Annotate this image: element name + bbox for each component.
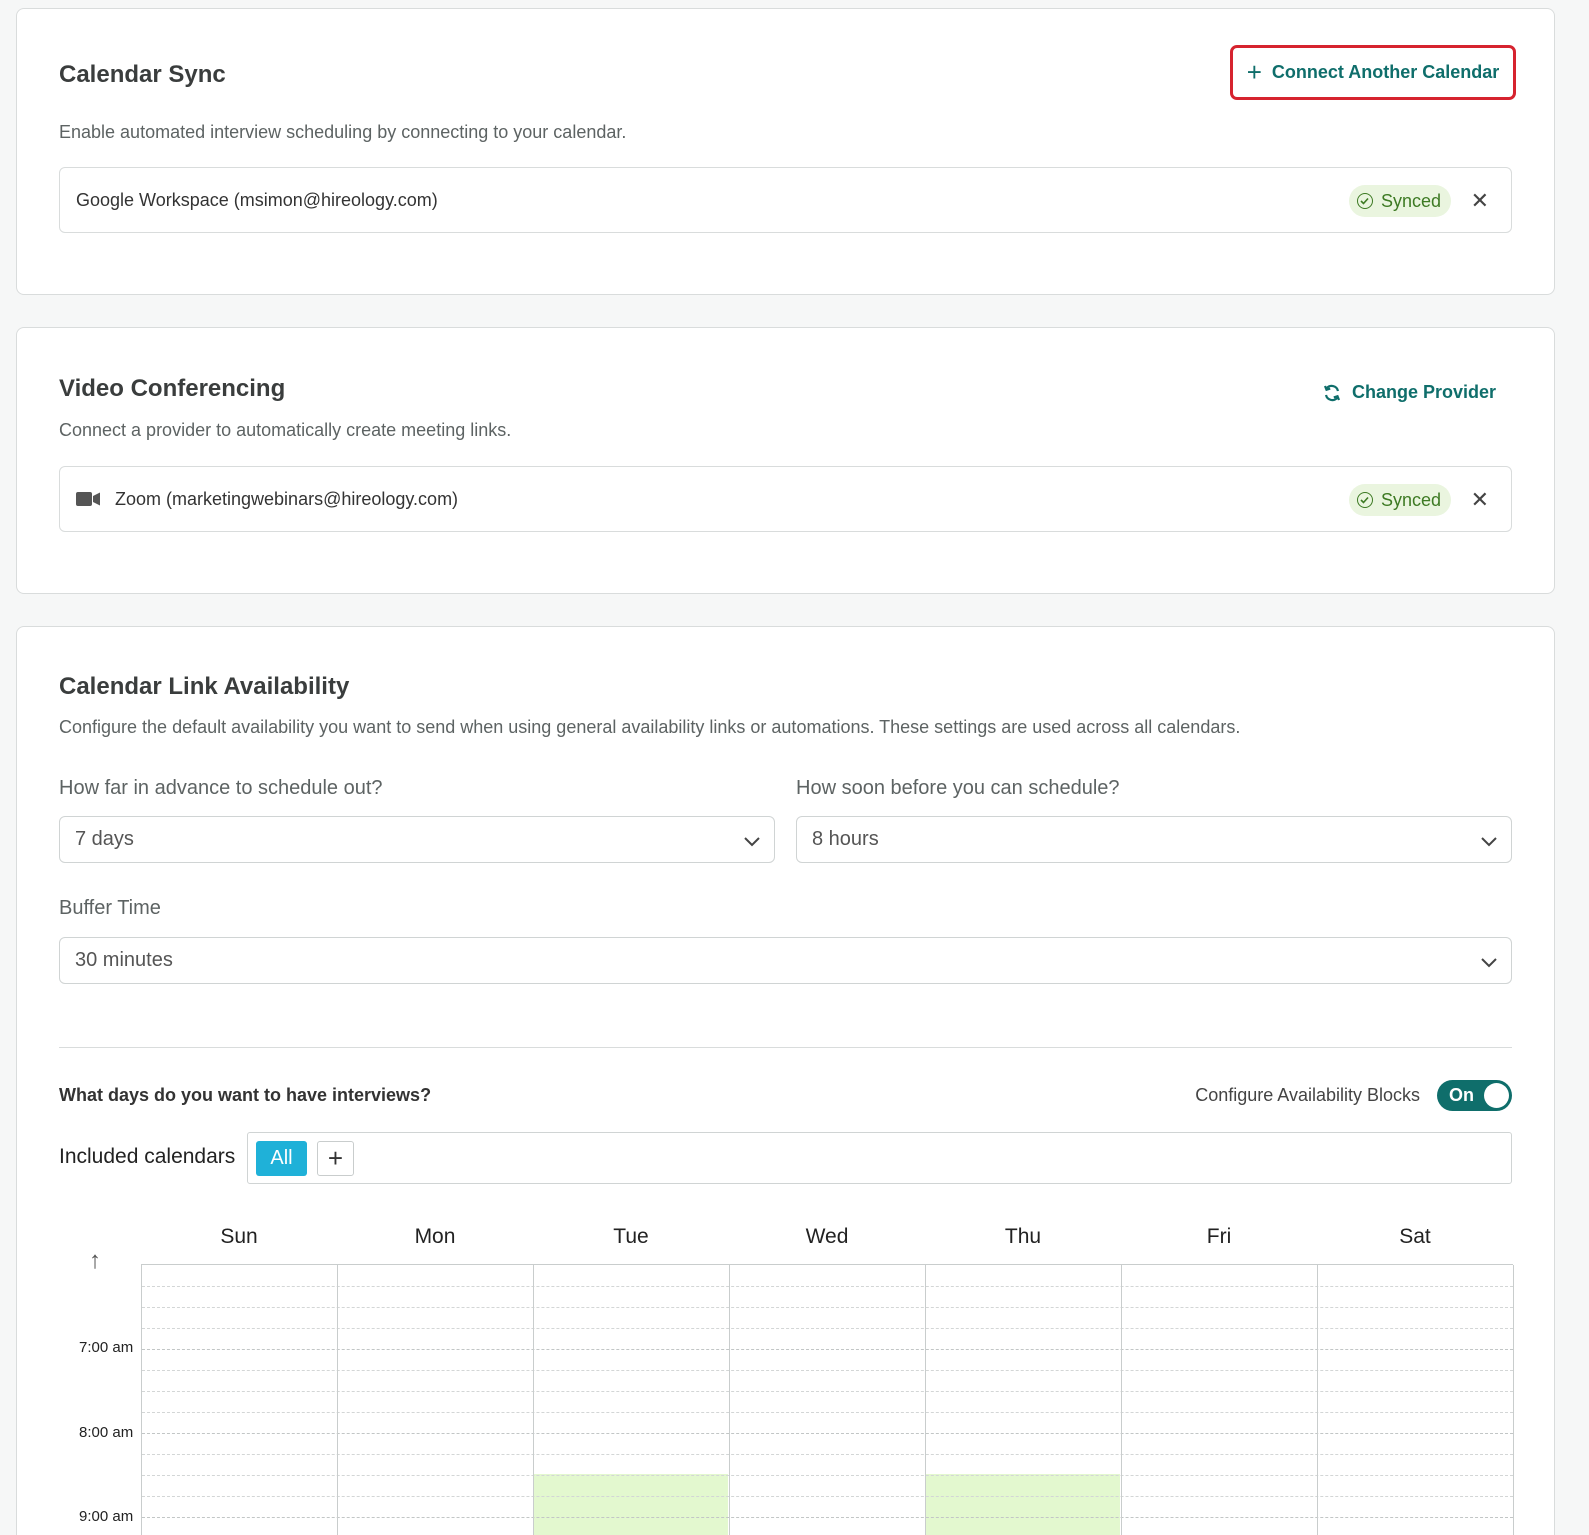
column-divider	[1317, 1265, 1318, 1535]
advance-select[interactable]: 7 days	[59, 816, 775, 863]
time-label-9am: 9:00 am	[79, 1508, 134, 1525]
plus-icon: +	[1246, 56, 1262, 87]
availability-card: Calendar Link Availability Configure the…	[16, 626, 1555, 1535]
availability-block-thu[interactable]	[925, 1474, 1120, 1535]
notice-value: 8 hours	[812, 828, 879, 850]
chevron-down-icon	[744, 837, 760, 847]
grid-line	[142, 1370, 1513, 1371]
day-header-mon: Mon	[414, 1225, 456, 1248]
toggle-state: On	[1449, 1085, 1474, 1105]
advance-label: How far in advance to schedule out?	[59, 777, 383, 799]
day-header-wed: Wed	[805, 1225, 849, 1248]
column-divider	[925, 1265, 926, 1535]
synced-label: Synced	[1380, 489, 1441, 510]
grid-line	[142, 1307, 1513, 1308]
chevron-down-icon	[1481, 958, 1497, 968]
notice-select[interactable]: 8 hours	[796, 816, 1512, 863]
connect-another-calendar-label: Connect Another Calendar	[1271, 62, 1500, 82]
refresh-icon	[1323, 384, 1340, 401]
interview-days-question: What days do you want to have interviews…	[59, 1085, 432, 1105]
calendar-sync-title: Calendar Sync	[59, 61, 226, 88]
day-header-thu: Thu	[1004, 1225, 1042, 1248]
synced-label: Synced	[1380, 190, 1441, 211]
close-icon[interactable]: ✕	[1471, 186, 1489, 216]
column-divider	[1121, 1265, 1122, 1535]
time-label-8am: 8:00 am	[79, 1424, 134, 1441]
video-conferencing-card: Video Conferencing Change Provider Conne…	[16, 327, 1555, 594]
calendar-sync-card: Calendar Sync + Connect Another Calendar…	[16, 8, 1555, 295]
day-header-tue: Tue	[613, 1225, 649, 1248]
availability-description: Configure the default availability you w…	[59, 717, 1241, 737]
grid-line-8am	[142, 1433, 1513, 1434]
buffer-value: 30 minutes	[75, 949, 173, 971]
grid-line	[142, 1328, 1513, 1329]
included-calendars-field[interactable]: All +	[247, 1132, 1512, 1184]
google-connection-label: Google Workspace (msimon@hireology.com)	[76, 189, 438, 210]
configure-blocks-toggle[interactable]: On	[1437, 1080, 1512, 1111]
column-divider	[533, 1265, 534, 1535]
availability-title: Calendar Link Availability	[59, 673, 350, 700]
zoom-connection: Zoom (marketingwebinars@hireology.com) S…	[59, 466, 1512, 532]
change-provider-button[interactable]: Change Provider	[1322, 382, 1496, 403]
time-label-7am: 7:00 am	[79, 1339, 134, 1356]
all-calendars-chip[interactable]: All	[256, 1141, 307, 1176]
buffer-select[interactable]: 30 minutes	[59, 937, 1512, 984]
grid-line	[142, 1286, 1513, 1287]
advance-value: 7 days	[75, 828, 134, 850]
grid-line	[142, 1412, 1513, 1413]
buffer-label: Buffer Time	[59, 897, 161, 919]
video-camera-icon	[76, 491, 101, 507]
connect-another-calendar-button[interactable]: + Connect Another Calendar	[1230, 45, 1516, 100]
zoom-connection-label: Zoom (marketingwebinars@hireology.com)	[115, 488, 459, 509]
scroll-up-arrow-icon[interactable]: ↑	[89, 1247, 101, 1275]
included-calendars-label: Included calendars	[59, 1145, 236, 1168]
check-circle-icon	[1356, 193, 1373, 209]
check-circle-icon	[1356, 492, 1373, 508]
toggle-knob	[1484, 1083, 1509, 1108]
section-divider	[59, 1047, 1512, 1048]
calendar-sync-description: Enable automated interview scheduling by…	[59, 122, 627, 142]
add-calendar-button[interactable]: +	[317, 1141, 354, 1176]
notice-label: How soon before you can schedule?	[796, 777, 1120, 799]
availability-week-grid[interactable]	[141, 1264, 1514, 1535]
grid-line-7am	[142, 1349, 1513, 1350]
google-calendar-connection: Google Workspace (msimon@hireology.com) …	[59, 167, 1512, 233]
availability-block-tue[interactable]	[533, 1474, 728, 1535]
grid-line	[142, 1391, 1513, 1392]
day-header-sat: Sat	[1399, 1225, 1431, 1248]
video-conferencing-title: Video Conferencing	[59, 375, 286, 402]
synced-badge: Synced	[1348, 185, 1451, 217]
change-provider-label: Change Provider	[1351, 382, 1496, 402]
chevron-down-icon	[1481, 837, 1497, 847]
configure-blocks-label: Configure Availability Blocks	[1195, 1085, 1420, 1105]
grid-line	[142, 1475, 1513, 1476]
day-header-fri: Fri	[1206, 1225, 1232, 1248]
synced-badge: Synced	[1348, 484, 1451, 516]
grid-line	[142, 1454, 1513, 1455]
column-divider	[729, 1265, 730, 1535]
day-header-sun: Sun	[220, 1225, 258, 1248]
column-divider	[1513, 1265, 1514, 1535]
grid-line	[142, 1496, 1513, 1497]
grid-line-9am	[142, 1517, 1513, 1518]
column-divider	[337, 1265, 338, 1535]
close-icon[interactable]: ✕	[1471, 485, 1489, 515]
video-conferencing-description: Connect a provider to automatically crea…	[59, 420, 512, 440]
